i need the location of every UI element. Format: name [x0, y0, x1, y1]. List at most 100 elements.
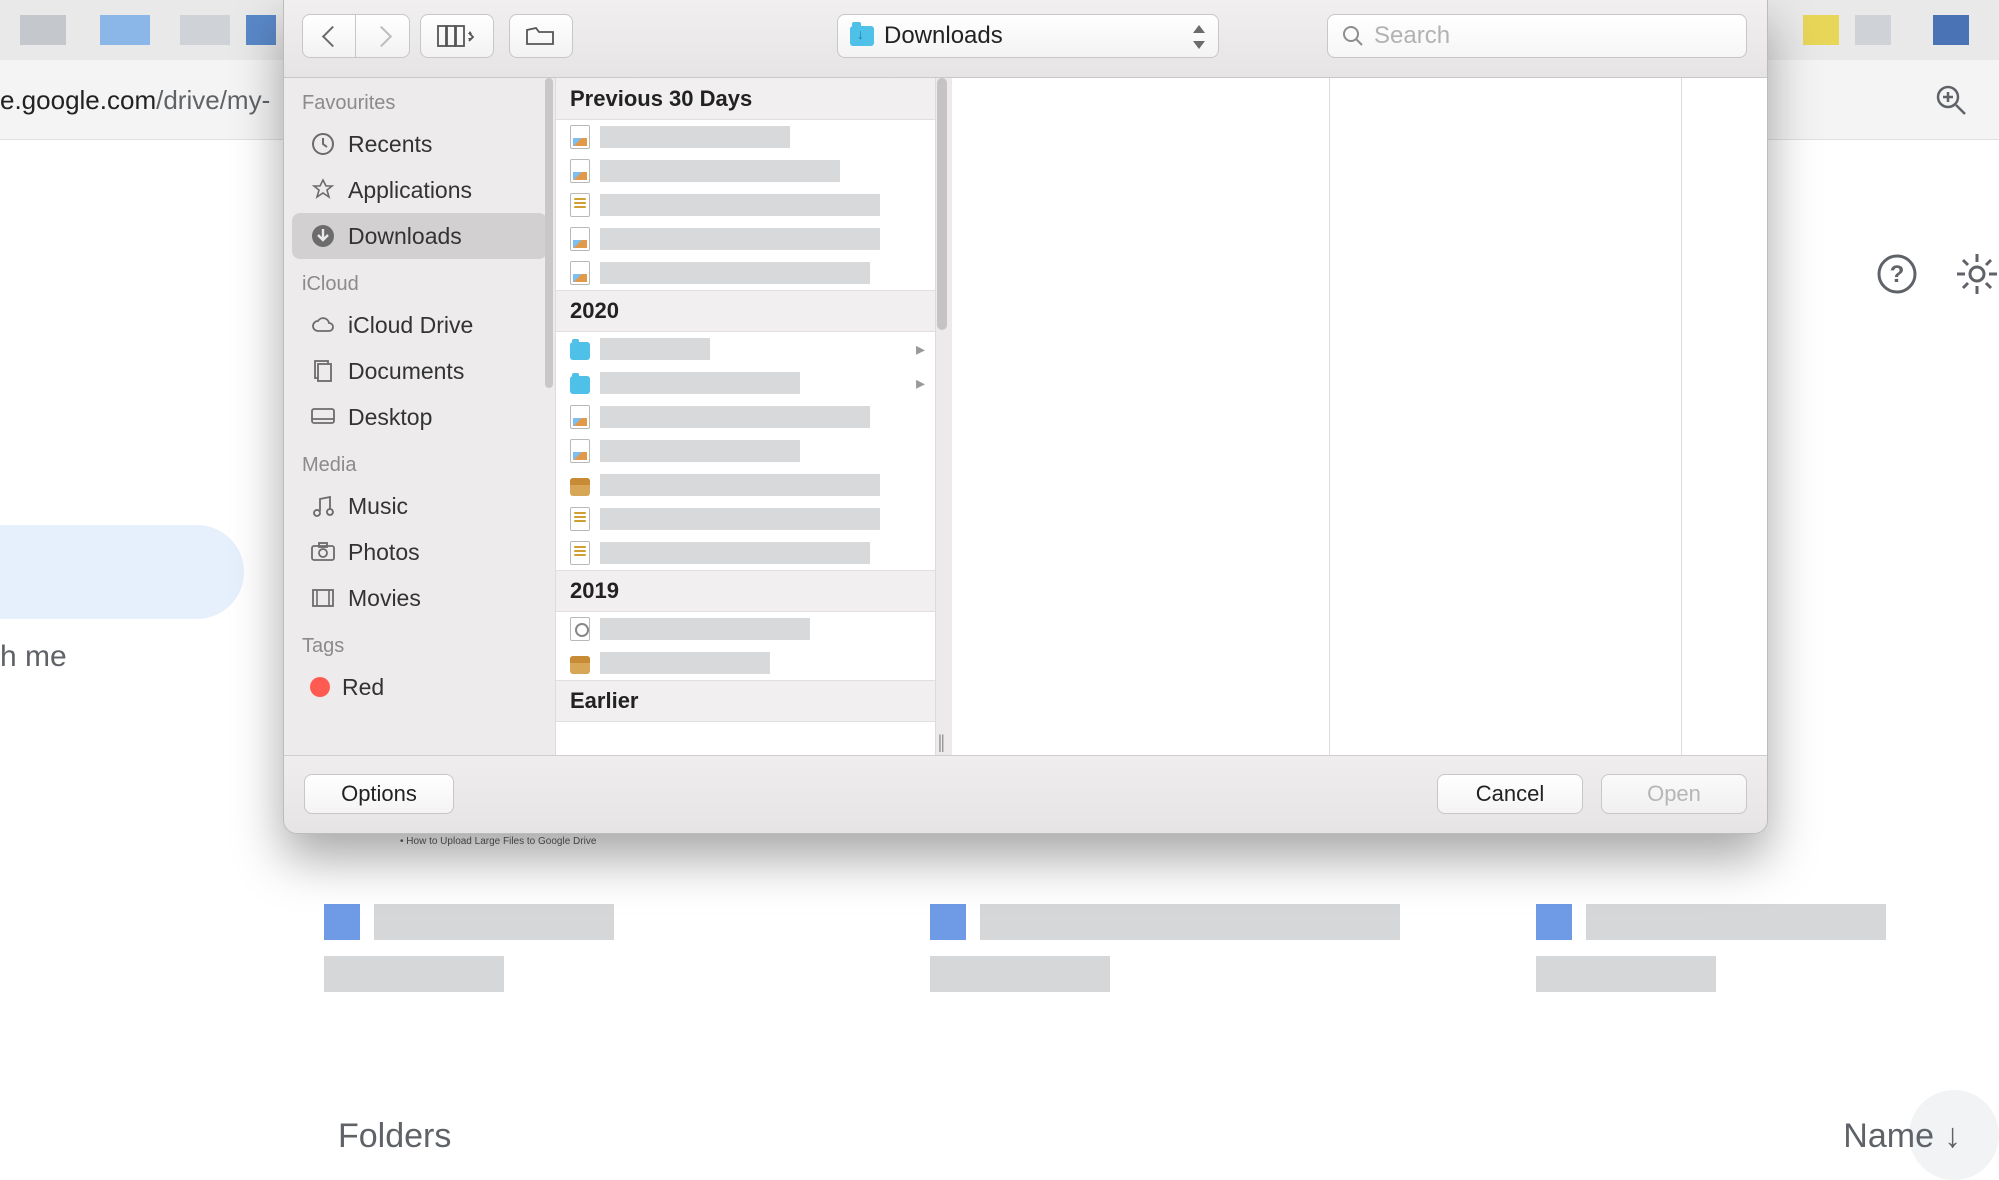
file-row[interactable] — [556, 400, 935, 434]
chevron-right-icon: ▸ — [916, 373, 925, 394]
group-button[interactable] — [509, 14, 573, 58]
list-scrollbar[interactable] — [937, 78, 949, 398]
sidebar-item-label: Desktop — [348, 404, 432, 431]
file-row[interactable] — [556, 434, 935, 468]
image-file-icon — [570, 159, 590, 183]
text-file-icon — [570, 193, 590, 217]
column-2-empty — [952, 78, 1330, 755]
sidebar-item-recents[interactable]: Recents — [292, 121, 547, 167]
sidebar-item-tag-red[interactable]: Red — [292, 664, 547, 710]
downloads-folder-icon — [850, 26, 874, 46]
file-row[interactable] — [556, 188, 935, 222]
camera-icon — [310, 539, 336, 565]
search-input[interactable] — [1374, 22, 1732, 50]
address-bar[interactable]: e.google.com/drive/my- — [0, 85, 270, 116]
svg-text:?: ? — [1890, 261, 1905, 288]
dialog-footer: Options Cancel Open — [284, 755, 1767, 833]
sidebar-item-label: Red — [342, 674, 384, 701]
downloads-icon — [310, 223, 336, 249]
image-file-icon — [570, 227, 590, 251]
file-row[interactable] — [556, 120, 935, 154]
group-header: Previous 30 Days — [556, 78, 935, 120]
search-icon — [1342, 25, 1364, 47]
folder-icon — [570, 376, 590, 394]
zoom-icon[interactable] — [1933, 82, 1969, 118]
drive-nav-label-truncated: h me — [0, 640, 67, 674]
column-3-empty — [1330, 78, 1682, 755]
file-row[interactable] — [556, 502, 935, 536]
search-field[interactable] — [1327, 14, 1747, 58]
file-row[interactable] — [556, 536, 935, 570]
file-row[interactable] — [556, 646, 935, 680]
path-label: Downloads — [884, 22, 1003, 50]
updown-chevron-icon — [1190, 21, 1208, 53]
sidebar-item-label: Documents — [348, 358, 464, 385]
clock-icon — [310, 131, 336, 157]
image-file-icon — [570, 125, 590, 149]
sidebar-item-desktop[interactable]: Desktop — [292, 394, 547, 440]
chevron-left-icon — [322, 24, 337, 48]
folder-icon — [525, 24, 557, 48]
sidebar-item-downloads[interactable]: Downloads — [292, 213, 547, 259]
text-file-icon — [570, 541, 590, 565]
drive-nav-selected[interactable] — [0, 525, 244, 619]
image-file-icon — [570, 405, 590, 429]
nav-back-button[interactable] — [302, 14, 356, 58]
open-file-dialog: Downloads Favourites Recents Application… — [283, 0, 1768, 834]
file-row[interactable] — [556, 222, 935, 256]
sidebar: Favourites Recents Applications Download… — [284, 78, 556, 755]
sort-by-name[interactable]: Name↓ — [1843, 1117, 1961, 1156]
sidebar-item-documents[interactable]: Documents — [292, 348, 547, 394]
sidebar-section-favourites: Favourites — [284, 78, 555, 121]
path-selector[interactable]: Downloads — [837, 14, 1219, 58]
tag-dot-icon — [310, 677, 330, 697]
column-4-empty — [1682, 78, 1767, 755]
music-icon — [310, 493, 336, 519]
image-file-icon — [570, 439, 590, 463]
file-row[interactable] — [556, 468, 935, 502]
cancel-button[interactable]: Cancel — [1437, 774, 1583, 814]
package-file-icon — [570, 656, 590, 674]
options-button[interactable]: Options — [304, 774, 454, 814]
open-button: Open — [1601, 774, 1747, 814]
applications-icon — [310, 177, 336, 203]
text-file-icon — [570, 507, 590, 531]
image-file-icon — [570, 261, 590, 285]
cloud-icon — [310, 312, 336, 338]
sidebar-section-media: Media — [284, 440, 555, 483]
film-icon — [310, 585, 336, 611]
view-mode-button[interactable] — [420, 14, 494, 58]
file-row[interactable] — [556, 154, 935, 188]
sidebar-section-tags: Tags — [284, 621, 555, 664]
columns-icon — [437, 25, 477, 47]
file-row[interactable] — [556, 256, 935, 290]
sidebar-item-label: Photos — [348, 539, 420, 566]
sidebar-item-label: Downloads — [348, 223, 462, 250]
group-header: Earlier — [556, 680, 935, 722]
folder-icon — [570, 342, 590, 360]
help-icon[interactable]: ? — [1875, 252, 1919, 296]
file-row[interactable] — [556, 612, 935, 646]
folder-row[interactable]: ▸ — [556, 366, 935, 400]
group-header: 2019 — [556, 570, 935, 612]
sidebar-scrollbar[interactable] — [543, 78, 555, 755]
sidebar-item-icloud-drive[interactable]: iCloud Drive — [292, 302, 547, 348]
settings-gear-icon[interactable] — [1955, 252, 1999, 296]
folders-heading: Folders — [338, 1117, 451, 1156]
documents-icon — [310, 358, 336, 384]
folder-row[interactable]: ▸ — [556, 332, 935, 366]
thumbnail-caption: • How to Upload Large Files to Google Dr… — [400, 836, 596, 847]
dialog-toolbar: Downloads — [284, 0, 1767, 78]
sidebar-item-photos[interactable]: Photos — [292, 529, 547, 575]
sidebar-item-movies[interactable]: Movies — [292, 575, 547, 621]
sidebar-item-music[interactable]: Music — [292, 483, 547, 529]
column-resize-handle[interactable]: || — [938, 732, 943, 753]
chevron-right-icon — [375, 24, 390, 48]
sidebar-item-label: Music — [348, 493, 408, 520]
sidebar-item-label: iCloud Drive — [348, 312, 473, 339]
sidebar-item-label: Movies — [348, 585, 421, 612]
sidebar-item-label: Recents — [348, 131, 432, 158]
sidebar-item-applications[interactable]: Applications — [292, 167, 547, 213]
disk-image-file-icon — [570, 617, 590, 641]
arrow-down-icon: ↓ — [1944, 1117, 1961, 1156]
